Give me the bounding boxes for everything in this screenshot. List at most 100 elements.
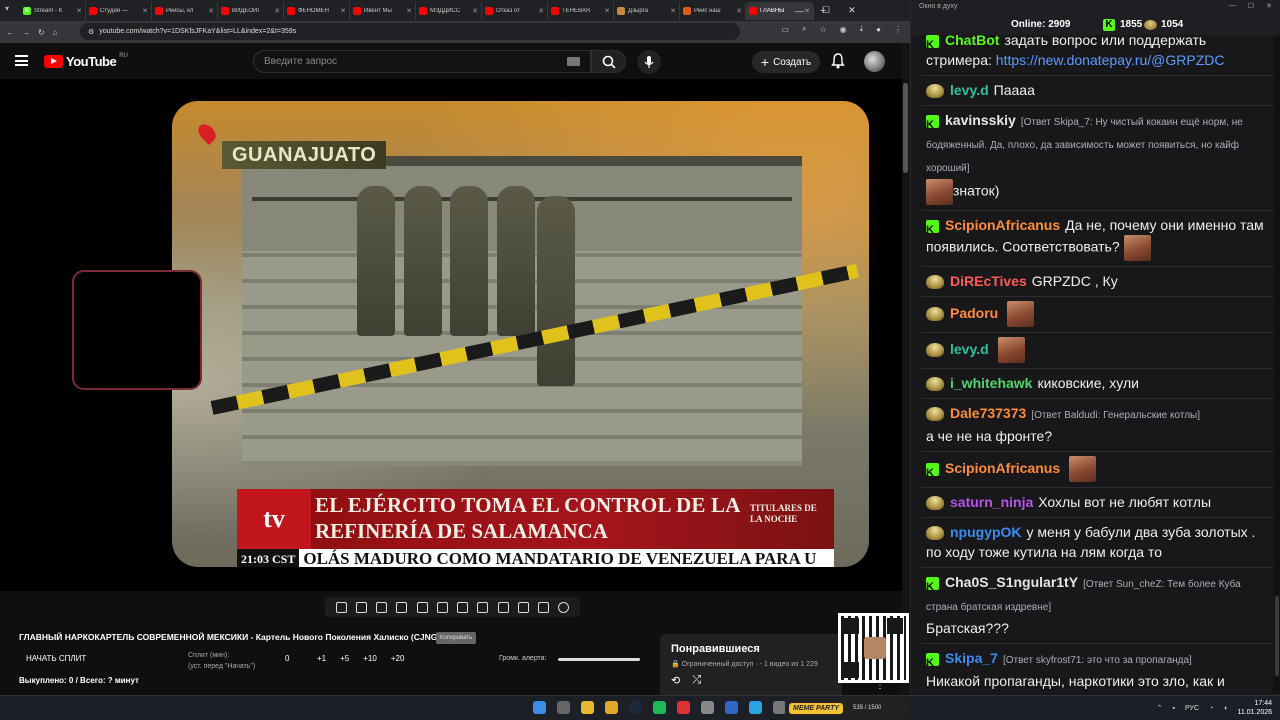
chat-message[interactable]: K Skipa_7 [Ответ skyfrost71: это что за пр… xyxy=(921,644,1273,695)
menu-icon[interactable] xyxy=(15,55,28,66)
eye-icon[interactable] xyxy=(396,601,408,613)
tab-close-icon[interactable]: ✕ xyxy=(406,7,412,15)
maximize-icon[interactable]: ☐ xyxy=(822,5,830,16)
tab-close-icon[interactable]: ✕ xyxy=(472,7,478,15)
chat-username[interactable]: Padoru xyxy=(950,305,998,321)
loop-icon[interactable] xyxy=(335,601,347,613)
add-1-button[interactable]: +1 xyxy=(317,654,326,663)
chat-message[interactable]: K ScipionAfricanus Да не, почему они именн… xyxy=(921,211,1273,267)
profile-icon[interactable]: ● xyxy=(876,25,881,34)
split-value[interactable]: 0 xyxy=(285,654,289,663)
language-indicator[interactable]: РУС xyxy=(1185,705,1199,712)
chat-username[interactable]: ScipionAfricanus xyxy=(945,460,1060,476)
chrome-icon[interactable] xyxy=(581,701,594,714)
edit-icon[interactable] xyxy=(497,601,509,613)
browser-tab[interactable]: ВИДЕОИГ ✕ xyxy=(218,1,284,20)
speed-icon[interactable] xyxy=(477,601,489,613)
copy-button[interactable]: Копировать xyxy=(436,632,477,644)
tab-close-icon[interactable]: ✕ xyxy=(340,7,346,15)
start-split-button[interactable]: НАЧАТЬ СПЛИТ xyxy=(26,654,86,663)
browser-tab[interactable]: Отказ от ✕ xyxy=(482,1,548,20)
chat-message[interactable]: Dale737373 [Ответ Baldudi: Генеральские к… xyxy=(921,399,1273,452)
search-button[interactable] xyxy=(591,50,626,73)
tab-close-icon[interactable]: ✕ xyxy=(142,7,148,15)
browser-tab[interactable]: K Stream - K ✕ xyxy=(20,1,86,20)
chat-link[interactable]: https://new.donatepay.ru/@GRPZDC xyxy=(996,52,1225,68)
back-icon[interactable]: ← xyxy=(6,28,14,37)
tab-search-icon[interactable]: ▾ xyxy=(5,4,15,14)
broadcast-icon[interactable] xyxy=(376,601,388,613)
app-icon[interactable] xyxy=(701,701,714,714)
film-icon[interactable] xyxy=(416,601,428,613)
add-20-button[interactable]: +20 xyxy=(391,654,405,663)
browser-tab[interactable]: МЭДДИСС ✕ xyxy=(416,1,482,20)
chat-close-icon[interactable]: ✕ xyxy=(1266,2,1272,10)
voice-search-button[interactable] xyxy=(637,50,661,74)
site-info-icon[interactable]: ⚙ xyxy=(88,28,94,36)
tab-close-icon[interactable]: ✕ xyxy=(208,7,214,15)
wifi-icon[interactable]: ◔ xyxy=(1209,705,1213,712)
playlist-panel[interactable]: Понравившиеся 🔒 Ограниченный доступ · - … xyxy=(660,634,842,696)
browser-tab[interactable]: Студия — ✕ xyxy=(86,1,152,20)
add-icon[interactable] xyxy=(517,601,529,613)
chat-username[interactable]: kavinsskiy xyxy=(945,112,1016,128)
tab-close-icon[interactable]: ✕ xyxy=(76,7,82,15)
spotify-icon[interactable] xyxy=(653,701,666,714)
chat-message[interactable]: K ChatBot задать вопрос или поддержать стр… xyxy=(921,26,1273,76)
extension-icon[interactable]: ◉ xyxy=(840,25,847,34)
account-avatar[interactable] xyxy=(864,51,885,72)
shuffle-icon[interactable]: ⤮ xyxy=(692,674,701,687)
alert-volume-slider[interactable] xyxy=(558,658,640,661)
chat-message[interactable]: i_whitehawk киковские, хули xyxy=(921,369,1273,399)
menu-icon[interactable]: ⋮ xyxy=(894,25,902,34)
address-bar[interactable]: ⚙ youtube.com/watch?v=1DSKfsJFKaY&list=L… xyxy=(80,23,740,40)
chat-message[interactable]: DiREcTives GRPZDC , Ку xyxy=(921,267,1273,297)
search-taskbar-icon[interactable] xyxy=(557,701,570,714)
video-player[interactable]: GUANAJUATO tv EL EJÉRCITO TOMA EL CONTRO… xyxy=(0,79,902,591)
youtube-logo[interactable]: YouTube RU xyxy=(44,53,128,69)
tray-app-icon[interactable]: ▪ xyxy=(1173,705,1175,712)
chat-username[interactable]: ScipionAfricanus xyxy=(945,217,1060,233)
reload-icon[interactable]: ↻ xyxy=(38,28,45,37)
chat-message[interactable]: levy.d Паааа xyxy=(921,76,1273,106)
tab-close-icon[interactable]: ✕ xyxy=(604,7,610,15)
minimize-icon[interactable]: — xyxy=(795,6,804,16)
chat-username[interactable]: levy.d xyxy=(950,82,989,98)
tab-close-icon[interactable]: ✕ xyxy=(274,7,280,15)
create-button[interactable]: + Создать xyxy=(752,51,820,73)
frames-icon[interactable] xyxy=(457,601,469,613)
browser-tab[interactable]: ТЕНЕВАЯ ✕ xyxy=(548,1,614,20)
explorer-icon[interactable] xyxy=(605,701,618,714)
chat-message[interactable]: levy.d xyxy=(921,333,1273,369)
settings-gear-icon[interactable] xyxy=(558,601,570,613)
home-icon[interactable]: ⌂ xyxy=(53,28,58,37)
search-input[interactable]: Введите запрос xyxy=(253,50,591,73)
chat-username[interactable]: levy.d xyxy=(950,341,989,357)
add-5-button[interactable]: +5 xyxy=(340,654,349,663)
camera-icon[interactable] xyxy=(538,601,550,613)
chat-maximize-icon[interactable]: ☐ xyxy=(1248,2,1254,10)
pip-icon[interactable] xyxy=(436,601,448,613)
chat-username[interactable]: npugypOK xyxy=(950,524,1022,540)
tab-close-icon[interactable]: ✕ xyxy=(736,7,742,15)
browser-tab[interactable]: Рейс наш ✕ xyxy=(680,1,746,20)
chat-username[interactable]: ChatBot xyxy=(945,32,999,48)
browser-tab[interactable]: Дзырга ✕ xyxy=(614,1,680,20)
clock[interactable]: 17:44 11.01.2026 xyxy=(1237,699,1272,717)
tab-close-icon[interactable]: ✕ xyxy=(670,7,676,15)
chat-message[interactable]: saturn_ninja Хохлы вот не любят котлы xyxy=(921,488,1273,518)
chat-username[interactable]: DiREcTives xyxy=(950,273,1027,289)
chat-minimize-icon[interactable]: — xyxy=(1229,2,1236,10)
meme-party-widget[interactable]: MEME PARTY 535 / 1500 xyxy=(785,698,910,718)
volume-icon[interactable]: ◖ xyxy=(1223,705,1227,712)
browser-tab[interactable]: ФЕНОМЕН ✕ xyxy=(284,1,350,20)
add-10-button[interactable]: +10 xyxy=(363,654,377,663)
bookmark-icon[interactable]: ☆ xyxy=(819,25,826,34)
chat-message[interactable]: Kkavinsskiy [Ответ Skipa_7: Ну чистый кок… xyxy=(921,106,1273,211)
forward-icon[interactable]: → xyxy=(22,28,30,37)
chat-message[interactable]: K Cha0S_S1ngular1tY [Ответ Sun_cheZ: Тем б… xyxy=(921,568,1273,644)
chat-username[interactable]: Skipa_7 xyxy=(945,650,998,666)
zoom-icon[interactable]: ⌕ xyxy=(802,24,806,34)
download-icon[interactable]: ⤓ xyxy=(860,24,864,34)
chat-message[interactable]: K ScipionAfricanus xyxy=(921,452,1273,488)
